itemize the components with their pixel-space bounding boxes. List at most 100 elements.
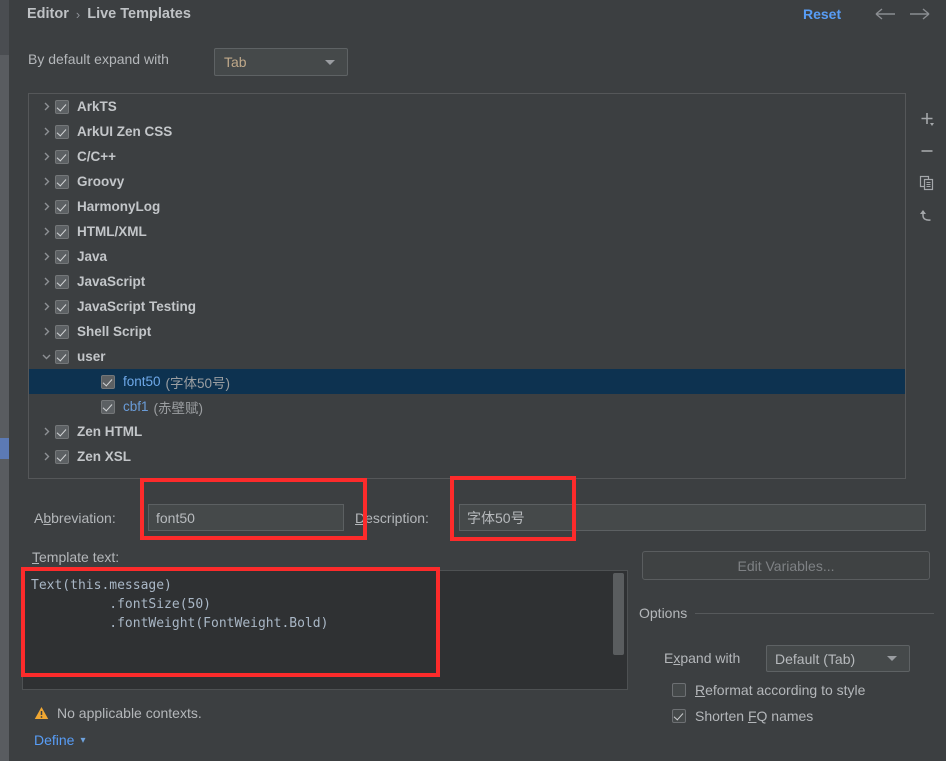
- reset-button[interactable]: Reset: [803, 2, 841, 26]
- chevron-down-icon: [325, 59, 335, 65]
- tree-row[interactable]: C/C++: [29, 144, 905, 169]
- default-expand-with-select[interactable]: Tab: [214, 48, 348, 76]
- default-expand-with-label: By default expand with: [28, 51, 169, 67]
- remove-template-button[interactable]: [913, 137, 941, 165]
- warning-triangle-icon: [34, 707, 49, 719]
- warning-text: No applicable contexts.: [57, 705, 202, 721]
- tree-item-checkbox[interactable]: [55, 449, 69, 464]
- plus-icon: [921, 113, 934, 126]
- tree-row[interactable]: JavaScript Testing: [29, 294, 905, 319]
- tree-item-checkbox[interactable]: [55, 249, 69, 264]
- tree-row[interactable]: Java: [29, 244, 905, 269]
- arrow-left-glyph: [875, 8, 895, 20]
- tree-item-checkbox[interactable]: [55, 299, 69, 314]
- abbreviation-input[interactable]: [148, 504, 344, 531]
- chevron-down-icon[interactable]: [37, 351, 55, 362]
- tree-item-checkbox[interactable]: [55, 424, 69, 439]
- define-contexts-link[interactable]: Define ▾: [34, 732, 86, 748]
- expand-with-value: Default (Tab): [775, 650, 856, 667]
- chevron-right-icon[interactable]: [37, 201, 55, 212]
- reformat-label: Reformat according to style: [695, 682, 866, 698]
- tree-row[interactable]: Groovy: [29, 169, 905, 194]
- tree-item-label: HarmonyLog: [77, 199, 161, 214]
- chevron-right-icon[interactable]: [37, 151, 55, 162]
- tree-row[interactable]: Zen XSL: [29, 444, 905, 469]
- tree-item-label: HTML/XML: [77, 224, 147, 239]
- chevron-right-icon[interactable]: [37, 251, 55, 262]
- tree-item-checkbox[interactable]: [55, 99, 69, 114]
- chevron-right-icon[interactable]: [37, 101, 55, 112]
- expand-with-select[interactable]: Default (Tab): [766, 645, 910, 672]
- tree-row[interactable]: user: [29, 344, 905, 369]
- breadcrumb-item-live-templates: Live Templates: [87, 6, 191, 22]
- tree-item-checkbox[interactable]: [55, 224, 69, 239]
- options-divider: [695, 612, 934, 614]
- reformat-checkbox[interactable]: [672, 683, 686, 697]
- description-label: Description:: [355, 510, 429, 526]
- tree-item-checkbox[interactable]: [55, 349, 69, 364]
- tree-item-checkbox[interactable]: [101, 374, 115, 389]
- tree-item-checkbox[interactable]: [55, 274, 69, 289]
- template-text-value[interactable]: Text(this.message) .fontSize(50) .fontWe…: [23, 571, 627, 633]
- tree-item-label: ArkUI Zen CSS: [77, 124, 173, 139]
- tree-row[interactable]: HTML/XML: [29, 219, 905, 244]
- chevron-right-icon[interactable]: [37, 126, 55, 137]
- tree-item-label: cbf1: [123, 399, 149, 414]
- tree-row[interactable]: JavaScript: [29, 269, 905, 294]
- live-templates-tree[interactable]: ArkTS ArkUI Zen CSS C/C++ Groovy HarmonyLog H…: [28, 93, 906, 479]
- tree-item-label: font50: [123, 374, 161, 389]
- options-section-header: Options: [639, 605, 934, 621]
- tree-toolbar: [907, 93, 946, 479]
- default-expand-with-value: Tab: [224, 54, 247, 70]
- add-template-button[interactable]: [913, 105, 941, 133]
- tree-row[interactable]: cbf1 (赤壁赋): [29, 394, 905, 419]
- breadcrumb-item-editor[interactable]: Editor: [27, 6, 69, 22]
- chevron-down-icon: ▾: [80, 734, 86, 746]
- tree-item-checkbox[interactable]: [55, 174, 69, 189]
- revert-template-button[interactable]: [913, 201, 941, 229]
- chevron-right-icon[interactable]: [37, 326, 55, 337]
- arrow-right-glyph: [910, 8, 930, 20]
- tree-item-description: (赤壁赋): [153, 400, 204, 416]
- tree-row[interactable]: font50 (字体50号): [29, 369, 905, 394]
- no-applicable-contexts-warning: No applicable contexts.: [34, 705, 202, 721]
- shorten-fq-names-checkbox[interactable]: [672, 709, 686, 723]
- shorten-fq-names-checkbox-row[interactable]: Shorten FQ names: [672, 708, 813, 724]
- reformat-according-to-style-checkbox-row[interactable]: Reformat according to style: [672, 682, 865, 698]
- shorten-fq-names-label: Shorten FQ names: [695, 708, 814, 724]
- tree-item-checkbox[interactable]: [101, 399, 115, 414]
- left-spacer: [9, 0, 19, 761]
- tree-item-label: Groovy: [77, 174, 125, 189]
- tree-item-label: C/C++: [77, 149, 117, 164]
- tree-row[interactable]: HarmonyLog: [29, 194, 905, 219]
- tree-row[interactable]: Zen HTML: [29, 419, 905, 444]
- left-scrollbar-track[interactable]: [0, 55, 9, 761]
- duplicate-template-button[interactable]: [913, 169, 941, 197]
- template-text-label: Template text:: [32, 549, 120, 565]
- tree-item-label: Zen XSL: [77, 449, 132, 464]
- chevron-right-icon[interactable]: [37, 176, 55, 187]
- tree-item-label: user: [77, 349, 106, 364]
- template-text-editor[interactable]: Text(this.message) .fontSize(50) .fontWe…: [22, 570, 628, 690]
- arrow-left-icon[interactable]: [874, 2, 898, 26]
- chevron-right-icon[interactable]: [37, 451, 55, 462]
- chevron-right-icon[interactable]: [37, 301, 55, 312]
- tree-item-checkbox[interactable]: [55, 324, 69, 339]
- description-input[interactable]: [459, 504, 926, 531]
- left-scrollbar-thumb[interactable]: [0, 438, 9, 459]
- tree-row[interactable]: ArkUI Zen CSS: [29, 119, 905, 144]
- tree-item-checkbox[interactable]: [55, 124, 69, 139]
- tree-item-label: Zen HTML: [77, 424, 143, 439]
- tree-row[interactable]: ArkTS: [29, 94, 905, 119]
- template-editor-scrollbar[interactable]: [613, 573, 624, 655]
- arrow-right-icon[interactable]: [908, 2, 932, 26]
- tree-item-checkbox[interactable]: [55, 199, 69, 214]
- edit-variables-button[interactable]: Edit Variables...: [642, 551, 930, 580]
- tree-item-checkbox[interactable]: [55, 149, 69, 164]
- tree-item-label: ArkTS: [77, 99, 117, 114]
- options-title: Options: [639, 605, 688, 621]
- chevron-right-icon[interactable]: [37, 426, 55, 437]
- tree-row[interactable]: Shell Script: [29, 319, 905, 344]
- chevron-right-icon[interactable]: [37, 276, 55, 287]
- chevron-right-icon[interactable]: [37, 226, 55, 237]
